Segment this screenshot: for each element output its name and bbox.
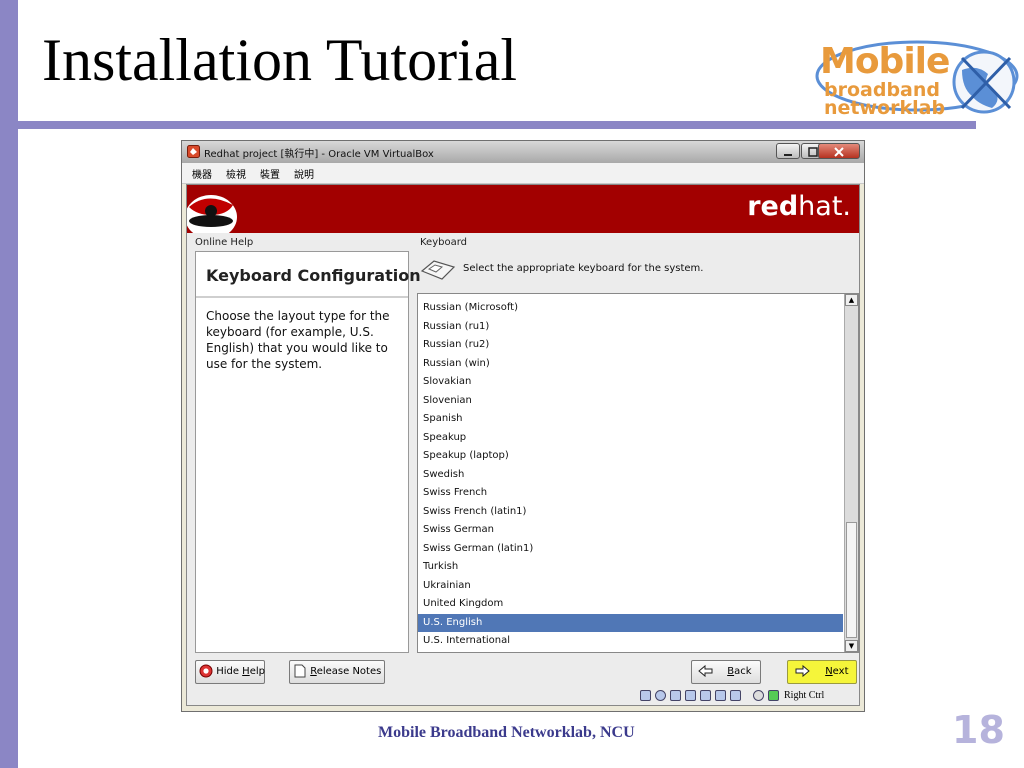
slide-left-accent-bar xyxy=(0,0,18,768)
list-item[interactable]: U.S. International xyxy=(418,632,843,651)
arrow-left-icon xyxy=(698,664,713,678)
keyboard-instruction: Select the appropriate keyboard for the … xyxy=(463,263,704,274)
help-text: Choose the layout type for the keyboard … xyxy=(206,309,390,371)
next-button[interactable]: Next xyxy=(787,660,857,684)
list-item[interactable]: Swiss French (latin1) xyxy=(418,503,843,522)
list-item[interactable]: Ukrainian xyxy=(418,577,843,596)
minimize-icon xyxy=(784,154,792,156)
window-titlebar[interactable]: Redhat project [執行中] - Oracle VM Virtual… xyxy=(182,141,864,163)
online-help-label: Online Help xyxy=(195,237,254,248)
next-label: ext xyxy=(832,666,849,677)
scroll-down-arrow-icon[interactable]: ▼ xyxy=(845,640,858,652)
help-title: Keyboard Configuration xyxy=(206,266,421,285)
scroll-thumb[interactable] xyxy=(846,522,857,638)
minimize-button[interactable] xyxy=(776,143,800,159)
virtualbox-window: Redhat project [執行中] - Oracle VM Virtual… xyxy=(181,140,865,712)
close-icon xyxy=(834,147,844,157)
logo-line-1: Mobile xyxy=(820,41,950,82)
list-item[interactable]: Russian (Microsoft) xyxy=(418,299,843,318)
document-icon xyxy=(294,664,306,678)
window-menubar: 機器 檢視 裝置 說明 xyxy=(182,163,864,184)
brand-light: hat. xyxy=(798,191,851,222)
brand-bold: red xyxy=(747,191,799,222)
mobile-broadband-networklab-logo: Mobile broadband networklab xyxy=(812,30,1022,124)
redhat-wordmark: redhat. xyxy=(747,191,851,222)
host-key-label: Right Ctrl xyxy=(784,690,825,701)
list-item[interactable]: Russian (ru2) xyxy=(418,336,843,355)
usb-icon[interactable] xyxy=(670,690,681,701)
menu-view[interactable]: 檢視 xyxy=(226,166,246,181)
list-item[interactable]: Turkish xyxy=(418,558,843,577)
back-label: ack xyxy=(734,666,752,677)
menu-help[interactable]: 說明 xyxy=(294,166,314,181)
keyboard-label: Keyboard xyxy=(420,237,468,248)
arrow-right-icon xyxy=(795,664,810,678)
mouse-integration-icon[interactable] xyxy=(753,690,764,701)
list-item[interactable]: Slovenian xyxy=(418,392,843,411)
shared-folders-icon[interactable] xyxy=(700,690,711,701)
network-icon[interactable] xyxy=(685,690,696,701)
hide-help-key: H xyxy=(242,666,250,677)
virtualbox-app-icon xyxy=(187,145,200,158)
hide-help-button[interactable]: Hide Help xyxy=(195,660,265,684)
vm-status-bar: Right Ctrl xyxy=(638,689,862,705)
list-item[interactable]: Russian (ru1) xyxy=(418,318,843,337)
menu-devices[interactable]: 裝置 xyxy=(260,166,280,181)
list-item[interactable]: Swiss German xyxy=(418,521,843,540)
back-button[interactable]: Back xyxy=(691,660,761,684)
redhat-banner: redhat. xyxy=(187,185,859,233)
list-item[interactable]: Speakup xyxy=(418,429,843,448)
list-item[interactable]: Slovakian xyxy=(418,373,843,392)
list-item[interactable]: United Kingdom xyxy=(418,595,843,614)
slide-footer: Mobile Broadband Networklab, NCU xyxy=(378,724,635,741)
release-notes-label: elease Notes xyxy=(316,666,382,677)
menu-machine[interactable]: 機器 xyxy=(192,166,212,181)
online-help-panel: Keyboard Configuration Choose the layout… xyxy=(195,251,421,653)
list-item-selected[interactable]: U.S. English xyxy=(418,613,843,632)
recording-icon[interactable] xyxy=(730,690,741,701)
list-item[interactable]: Swedish xyxy=(418,466,843,485)
guest-screen: redhat. Online Help Keyboard Configurati… xyxy=(186,184,860,706)
release-notes-button[interactable]: Release Notes xyxy=(289,660,385,684)
window-title: Redhat project [執行中] - Oracle VM Virtual… xyxy=(204,149,434,160)
list-item[interactable]: Swiss German (latin1) xyxy=(418,540,843,559)
close-button[interactable] xyxy=(818,143,860,159)
slide-page-number: 18 xyxy=(952,708,1005,752)
next-key: N xyxy=(825,666,833,677)
keyboard-icon xyxy=(420,260,456,280)
logo-line-3: networklab xyxy=(824,97,946,119)
list-item[interactable]: Speakup (laptop) xyxy=(418,447,843,466)
display-icon[interactable] xyxy=(715,690,726,701)
scroll-up-arrow-icon[interactable]: ▲ xyxy=(845,294,858,306)
help-divider xyxy=(196,296,408,298)
shadowman-logo-icon xyxy=(187,195,237,233)
list-item[interactable]: Swiss French xyxy=(418,484,843,503)
keyboard-layout-list[interactable]: U.S. International U.S. English United Kin… xyxy=(417,293,859,653)
list-item[interactable]: Russian (win) xyxy=(418,355,843,374)
host-key-arrow-icon[interactable] xyxy=(768,690,779,701)
hard-disk-icon[interactable] xyxy=(640,690,651,701)
list-item[interactable]: Spanish xyxy=(418,410,843,429)
hide-help-label-pre: Hide xyxy=(216,666,243,677)
slide-title: Installation Tutorial xyxy=(42,27,518,93)
lifebuoy-icon xyxy=(199,664,213,678)
optical-drive-icon[interactable] xyxy=(655,690,666,701)
list-scrollbar[interactable]: ▲ ▼ xyxy=(844,294,858,652)
hide-help-label-post: elp xyxy=(249,666,265,677)
